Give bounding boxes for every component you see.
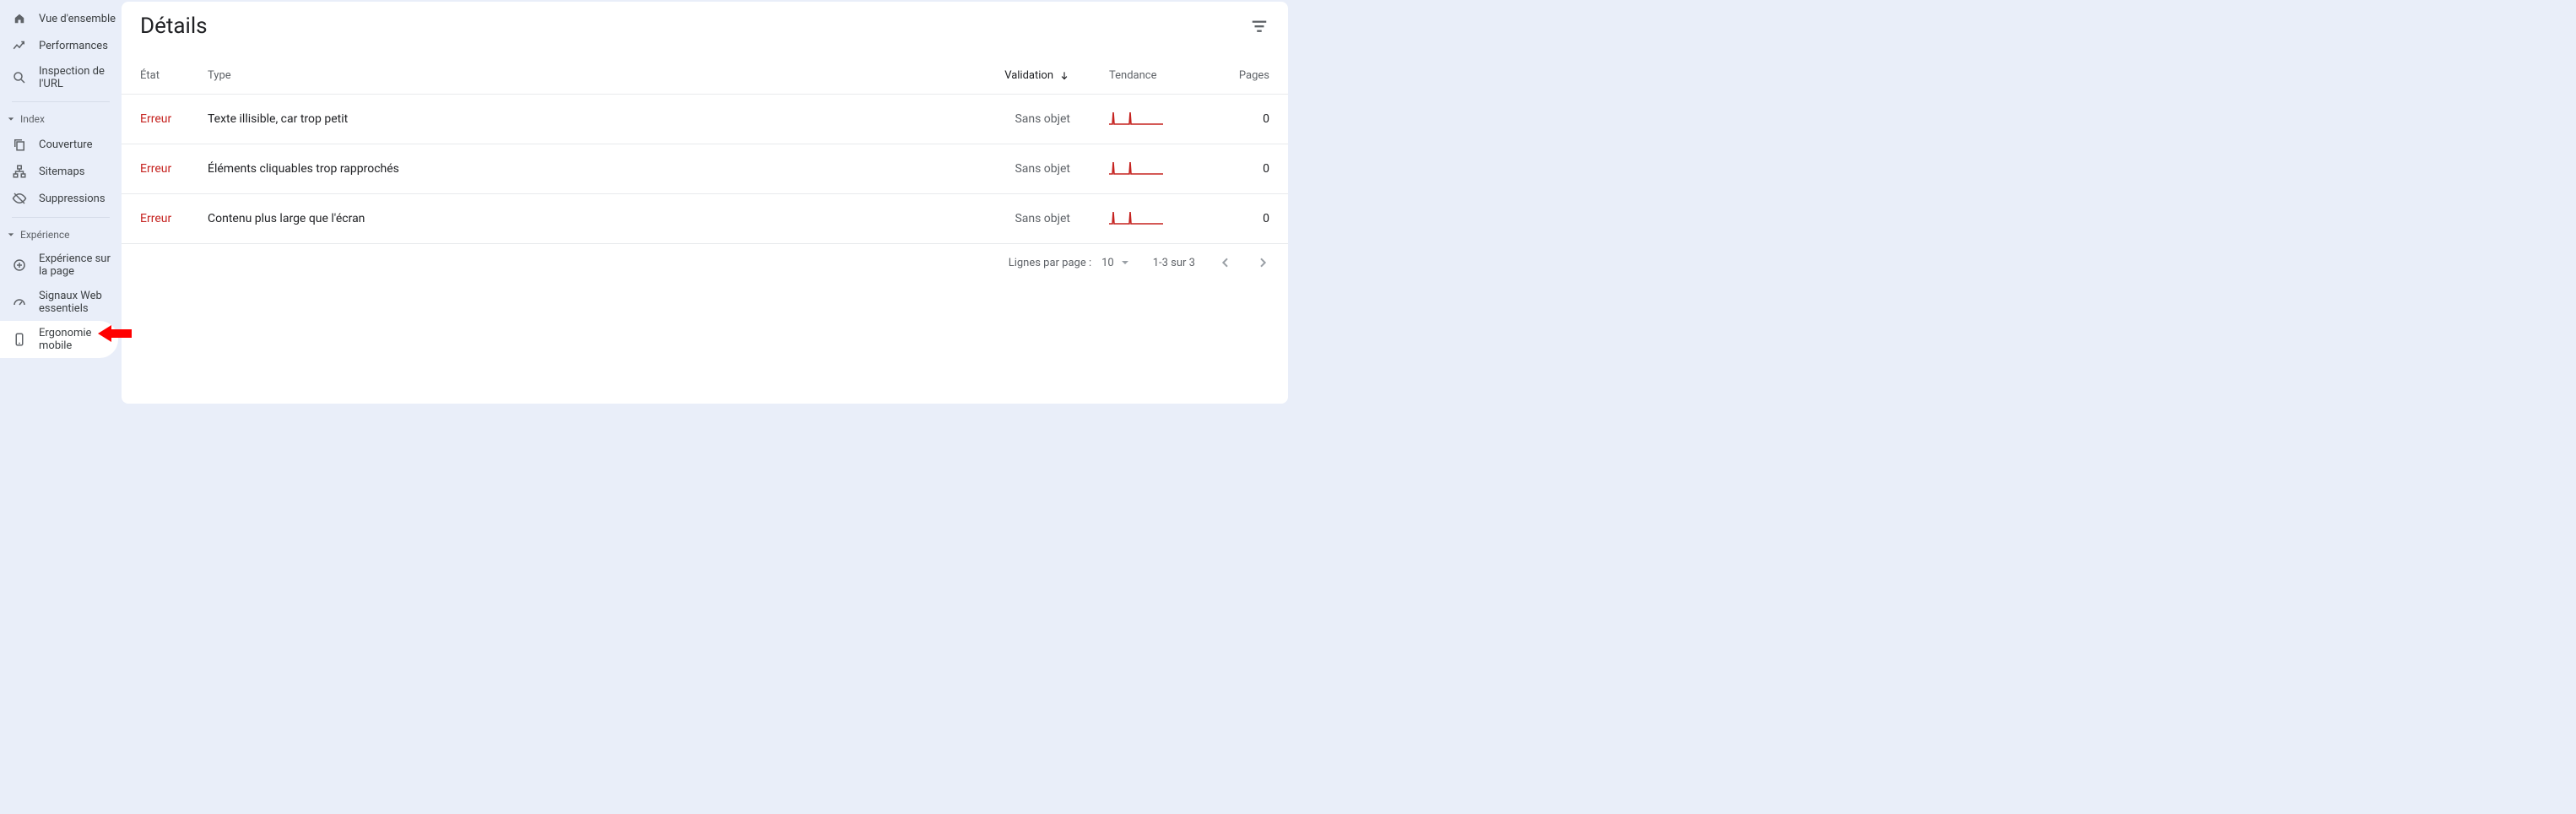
row-pages: 0 xyxy=(1210,112,1269,126)
row-type: Contenu plus large que l'écran xyxy=(208,212,969,225)
sidebar-item-removals[interactable]: Suppressions xyxy=(0,185,118,212)
sidebar-item-performance[interactable]: Performances xyxy=(0,32,118,59)
row-pages: 0 xyxy=(1210,212,1269,225)
table-header: État Type Validation Tendance Pages xyxy=(122,54,1288,94)
column-header-pages[interactable]: Pages xyxy=(1210,69,1269,82)
row-etat: Erreur xyxy=(140,162,208,176)
column-header-validation[interactable]: Validation xyxy=(969,69,1070,82)
column-header-validation-label: Validation xyxy=(1004,69,1053,82)
table-row[interactable]: Erreur Éléments cliquables trop rapproch… xyxy=(122,144,1288,193)
search-icon xyxy=(12,70,27,85)
filter-icon xyxy=(1250,17,1269,35)
details-header: Détails xyxy=(122,2,1288,54)
chevron-right-icon xyxy=(1256,256,1269,269)
row-validation: Sans objet xyxy=(969,162,1070,176)
hide-icon xyxy=(12,191,27,206)
rows-per-page-select[interactable]: 10 xyxy=(1101,257,1129,269)
sidebar-section-index[interactable]: Index xyxy=(0,107,118,131)
arrow-down-icon xyxy=(1058,70,1070,82)
page-title: Détails xyxy=(140,14,208,39)
plus-circle-icon xyxy=(12,258,27,273)
prev-page-button[interactable] xyxy=(1219,256,1232,269)
sidebar-item-label: Inspection de l'URL xyxy=(39,65,118,90)
rows-per-page-value: 10 xyxy=(1101,257,1114,269)
sidebar-item-url-inspection[interactable]: Inspection de l'URL xyxy=(0,59,118,96)
rows-per-page-label: Lignes par page : xyxy=(1009,257,1091,269)
row-type: Texte illisible, car trop petit xyxy=(208,112,969,126)
next-page-button[interactable] xyxy=(1256,256,1269,269)
pagination-nav xyxy=(1219,256,1269,269)
divider xyxy=(12,101,110,102)
row-trend xyxy=(1109,160,1210,178)
divider xyxy=(12,217,110,218)
main-panel: Détails État Type Validation Tendance Pa… xyxy=(122,2,1288,404)
sidebar-item-label: Ergonomie mobile xyxy=(39,327,118,352)
sidebar-section-label: Index xyxy=(20,113,45,125)
sidebar-section-experience[interactable]: Expérience xyxy=(0,223,118,247)
rows-per-page: Lignes par page : 10 xyxy=(1009,257,1129,269)
table-row[interactable]: Erreur Contenu plus large que l'écran Sa… xyxy=(122,193,1288,243)
sparkline-icon xyxy=(1109,110,1163,125)
filter-button[interactable] xyxy=(1249,16,1269,36)
sparkline-icon xyxy=(1109,160,1163,175)
column-header-etat[interactable]: État xyxy=(140,69,208,82)
sidebar-item-sitemaps[interactable]: Sitemaps xyxy=(0,158,118,185)
sidebar-item-core-web-vitals[interactable]: Signaux Web essentiels xyxy=(0,284,118,321)
sidebar: Vue d'ensemble Performances Inspection d… xyxy=(0,0,118,407)
sidebar-item-mobile-usability[interactable]: Ergonomie mobile xyxy=(0,321,118,358)
sitemap-icon xyxy=(12,164,27,179)
pagination-range: 1-3 sur 3 xyxy=(1153,257,1195,269)
sidebar-item-page-experience[interactable]: Expérience sur la page xyxy=(0,247,118,284)
dropdown-icon xyxy=(1121,258,1129,267)
chevron-down-icon xyxy=(7,231,15,239)
sidebar-item-label: Couverture xyxy=(39,138,92,151)
table-footer: Lignes par page : 10 1-3 sur 3 xyxy=(122,243,1288,281)
copy-icon xyxy=(12,137,27,152)
chevron-left-icon xyxy=(1219,256,1232,269)
phone-icon xyxy=(12,332,27,347)
row-validation: Sans objet xyxy=(969,212,1070,225)
row-etat: Erreur xyxy=(140,212,208,225)
sidebar-section-label: Expérience xyxy=(20,229,70,241)
sidebar-item-label: Signaux Web essentiels xyxy=(39,290,118,315)
sidebar-item-label: Suppressions xyxy=(39,193,106,205)
sidebar-item-coverage[interactable]: Couverture xyxy=(0,131,118,158)
row-type: Éléments cliquables trop rapprochés xyxy=(208,162,969,176)
sidebar-item-label: Sitemaps xyxy=(39,166,85,178)
sidebar-item-label: Performances xyxy=(39,40,108,52)
speed-icon xyxy=(12,295,27,310)
row-pages: 0 xyxy=(1210,162,1269,176)
trend-icon xyxy=(12,38,27,53)
sidebar-item-label: Expérience sur la page xyxy=(39,252,118,278)
row-etat: Erreur xyxy=(140,112,208,126)
column-header-type[interactable]: Type xyxy=(208,69,969,82)
sidebar-item-overview[interactable]: Vue d'ensemble xyxy=(0,5,118,32)
chevron-down-icon xyxy=(7,115,15,123)
sidebar-item-label: Vue d'ensemble xyxy=(39,13,116,25)
row-trend xyxy=(1109,209,1210,228)
row-validation: Sans objet xyxy=(969,112,1070,126)
sparkline-icon xyxy=(1109,209,1163,225)
table-row[interactable]: Erreur Texte illisible, car trop petit S… xyxy=(122,94,1288,144)
home-icon xyxy=(12,11,27,26)
row-trend xyxy=(1109,110,1210,128)
column-header-tendance[interactable]: Tendance xyxy=(1109,69,1210,82)
